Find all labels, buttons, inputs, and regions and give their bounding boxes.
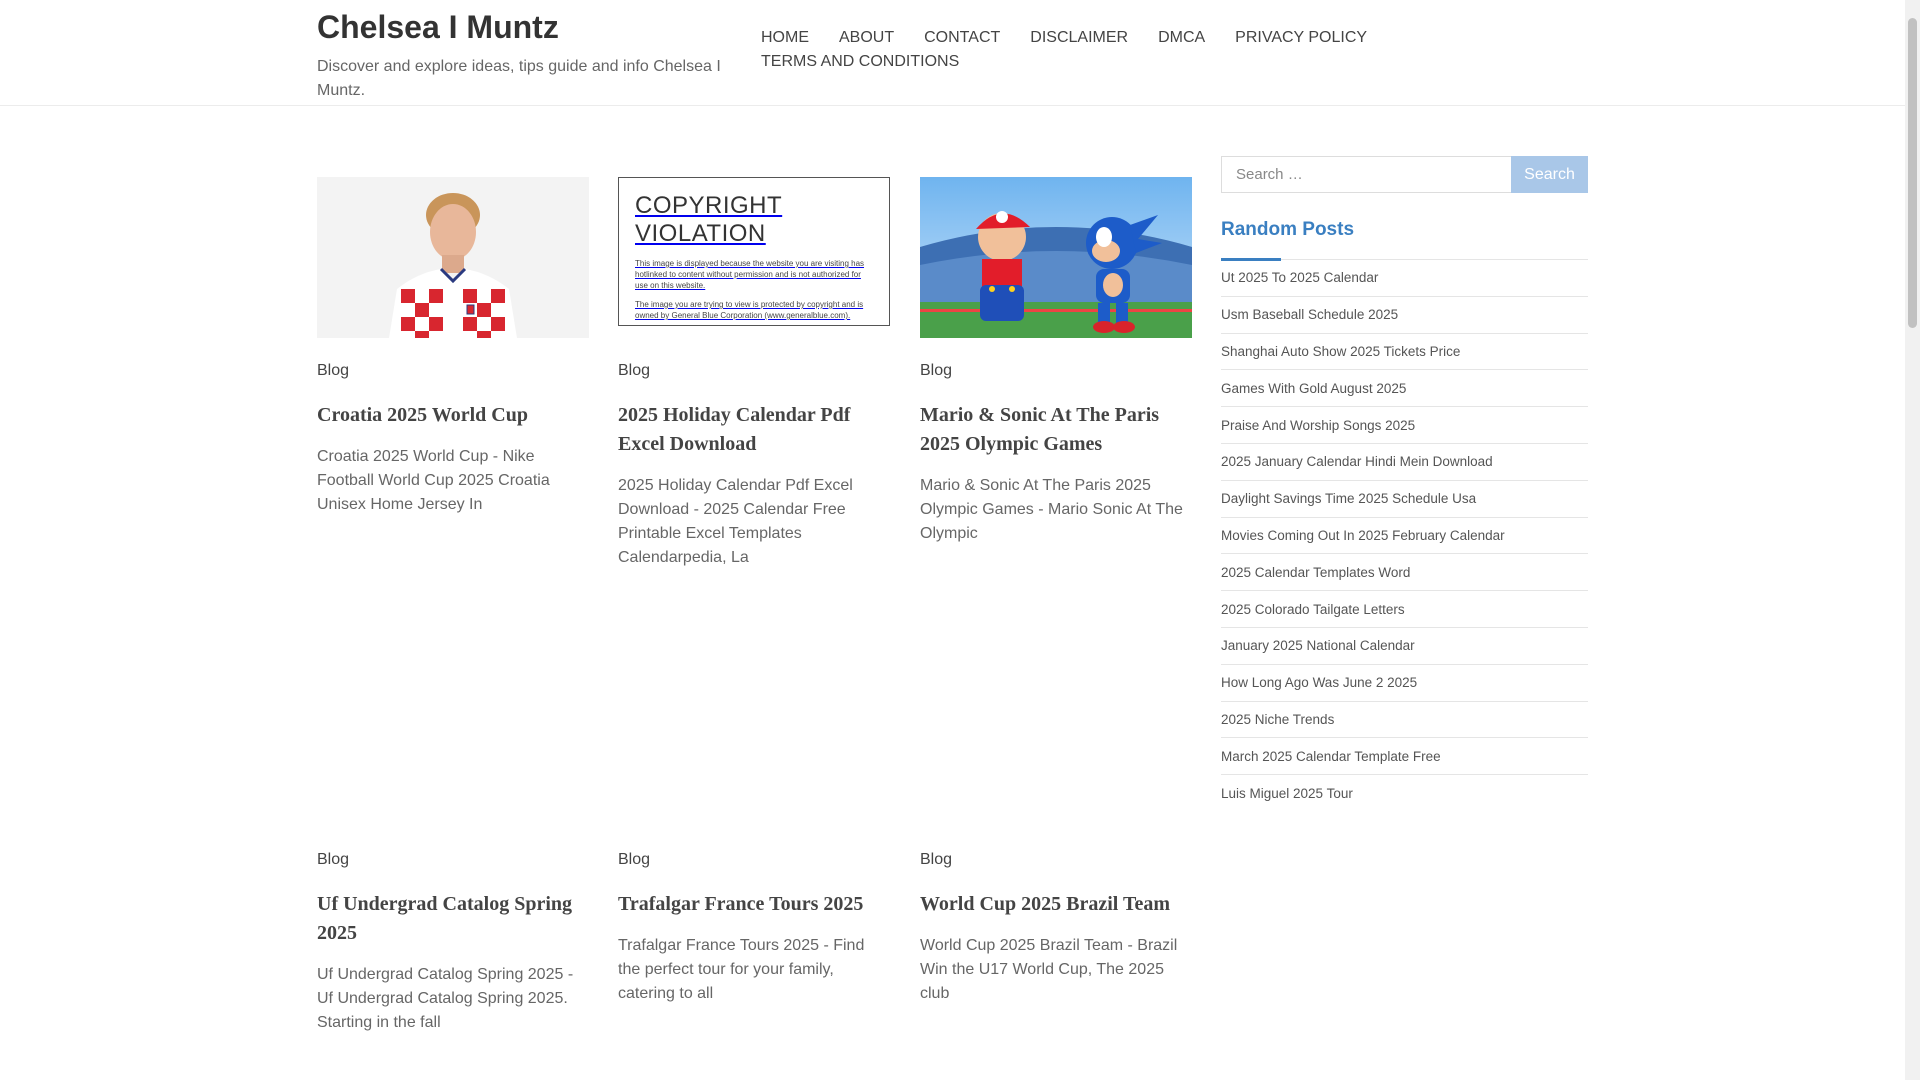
post-card: Blog World Cup 2025 Brazil Team World Cu… xyxy=(920,850,1192,1006)
list-item: Luis Miguel 2025 Tour xyxy=(1221,775,1588,812)
nav-dmca[interactable]: DMCA xyxy=(1158,28,1205,48)
random-post-link[interactable]: 2025 January Calendar Hindi Mein Downloa… xyxy=(1221,454,1493,469)
post-category[interactable]: Blog xyxy=(317,850,589,870)
post-title[interactable]: World Cup 2025 Brazil Team xyxy=(920,890,1192,919)
search-input[interactable] xyxy=(1221,156,1511,193)
list-item: Usm Baseball Schedule 2025 xyxy=(1221,297,1588,334)
list-item: January 2025 National Calendar xyxy=(1221,628,1588,665)
random-post-link[interactable]: Praise And Worship Songs 2025 xyxy=(1221,418,1415,433)
site-branding: Chelsea I Muntz Discover and explore ide… xyxy=(317,8,727,103)
random-post-link[interactable]: How Long Ago Was June 2 2025 xyxy=(1221,675,1417,690)
list-item: March 2025 Calendar Template Free xyxy=(1221,738,1588,776)
list-item: 2025 Colorado Tailgate Letters xyxy=(1221,591,1588,628)
random-post-link[interactable]: Movies Coming Out In 2025 February Calen… xyxy=(1221,528,1505,543)
post-card: COPYRIGHT VIOLATION This image is displa… xyxy=(618,177,890,570)
site-description: Discover and explore ideas, tips guide a… xyxy=(317,58,721,99)
list-item: Movies Coming Out In 2025 February Calen… xyxy=(1221,518,1588,555)
post-title[interactable]: Croatia 2025 World Cup xyxy=(317,401,589,430)
mario-sonic-image xyxy=(920,177,1192,338)
nav-home[interactable]: HOME xyxy=(761,28,809,48)
post-thumbnail-mario-sonic[interactable] xyxy=(920,177,1192,338)
list-item: Shanghai Auto Show 2025 Tickets Price xyxy=(1221,334,1588,371)
nav-privacy-policy[interactable]: PRIVACY POLICY xyxy=(1235,28,1367,48)
random-post-link[interactable]: 2025 Calendar Templates Word xyxy=(1221,565,1410,580)
post-title[interactable]: 2025 Holiday Calendar Pdf Excel Download xyxy=(618,401,890,459)
random-post-link[interactable]: 2025 Niche Trends xyxy=(1221,712,1334,727)
post-category[interactable]: Blog xyxy=(618,361,890,381)
list-item: Games With Gold August 2025 xyxy=(1221,370,1588,408)
random-post-link[interactable]: Luis Miguel 2025 Tour xyxy=(1221,786,1353,801)
main-nav: HOME ABOUT CONTACT DISCLAIMER DMCA PRIVA… xyxy=(761,28,1401,72)
player-jersey-image xyxy=(317,177,589,338)
search-form: Search xyxy=(1221,156,1588,193)
post-card: Blog Uf Undergrad Catalog Spring 2025 Uf… xyxy=(317,850,589,1035)
random-post-link[interactable]: Shanghai Auto Show 2025 Tickets Price xyxy=(1221,344,1460,359)
list-item: 2025 Niche Trends xyxy=(1221,702,1588,739)
random-posts-heading: Random Posts xyxy=(1221,219,1355,240)
random-post-link[interactable]: Usm Baseball Schedule 2025 xyxy=(1221,307,1398,322)
search-button[interactable]: Search xyxy=(1511,156,1588,193)
page-scrollbar-thumb[interactable] xyxy=(1908,18,1917,328)
nav-disclaimer[interactable]: DISCLAIMER xyxy=(1030,28,1128,48)
post-category[interactable]: Blog xyxy=(920,850,1192,870)
nav-contact[interactable]: CONTACT xyxy=(924,28,1000,48)
post-excerpt: World Cup 2025 Brazil Team - Brazil Win … xyxy=(920,937,1178,1002)
site-header: Chelsea I Muntz Discover and explore ide… xyxy=(0,0,1905,106)
post-thumbnail-holiday-calendar[interactable]: COPYRIGHT VIOLATION This image is displa… xyxy=(618,177,890,326)
copyright-owner-text: The image you are trying to view is prot… xyxy=(635,300,864,320)
list-item: Ut 2025 To 2025 Calendar xyxy=(1221,260,1588,297)
post-title[interactable]: Uf Undergrad Catalog Spring 2025 xyxy=(317,890,589,948)
post-excerpt: 2025 Holiday Calendar Pdf Excel Download… xyxy=(618,477,853,566)
post-excerpt: Croatia 2025 World Cup - Nike Football W… xyxy=(317,448,550,513)
post-category[interactable]: Blog xyxy=(618,850,890,870)
random-post-link[interactable]: Games With Gold August 2025 xyxy=(1221,381,1406,396)
post-category[interactable]: Blog xyxy=(920,361,1192,381)
list-item: Daylight Savings Time 2025 Schedule Usa xyxy=(1221,481,1588,518)
site-title[interactable]: Chelsea I Muntz xyxy=(317,8,727,46)
post-card: Blog Mario & Sonic At The Paris 2025 Oly… xyxy=(920,177,1192,546)
post-category[interactable]: Blog xyxy=(317,361,589,381)
post-title[interactable]: Mario & Sonic At The Paris 2025 Olympic … xyxy=(920,401,1192,459)
random-post-link[interactable]: 2025 Colorado Tailgate Letters xyxy=(1221,602,1405,617)
random-post-link[interactable]: Ut 2025 To 2025 Calendar xyxy=(1221,270,1378,285)
nav-terms-and-conditions[interactable]: TERMS AND CONDITIONS xyxy=(761,52,959,72)
post-card: Blog Trafalgar France Tours 2025 Trafalg… xyxy=(618,850,890,1006)
post-excerpt: Trafalgar France Tours 2025 - Find the p… xyxy=(618,937,865,1002)
random-posts-list: Ut 2025 To 2025 Calendar Usm Baseball Sc… xyxy=(1221,260,1588,812)
copyright-violation-text: This image is displayed because the webs… xyxy=(635,259,865,290)
copyright-violation-heading: COPYRIGHT VIOLATION xyxy=(635,192,783,247)
random-post-link[interactable]: Daylight Savings Time 2025 Schedule Usa xyxy=(1221,491,1476,506)
list-item: Praise And Worship Songs 2025 xyxy=(1221,407,1588,444)
post-excerpt: Uf Undergrad Catalog Spring 2025 - Uf Un… xyxy=(317,966,574,1031)
nav-about[interactable]: ABOUT xyxy=(839,28,894,48)
post-card: Blog Croatia 2025 World Cup Croatia 2025… xyxy=(317,177,589,517)
random-post-link[interactable]: January 2025 National Calendar xyxy=(1221,638,1415,653)
list-item: 2025 Calendar Templates Word xyxy=(1221,554,1588,592)
list-item: How Long Ago Was June 2 2025 xyxy=(1221,665,1588,702)
random-post-link[interactable]: March 2025 Calendar Template Free xyxy=(1221,749,1441,764)
list-item: 2025 January Calendar Hindi Mein Downloa… xyxy=(1221,444,1588,481)
post-thumbnail-croatia[interactable] xyxy=(317,177,589,338)
post-excerpt: Mario & Sonic At The Paris 2025 Olympic … xyxy=(920,477,1183,542)
post-title[interactable]: Trafalgar France Tours 2025 xyxy=(618,890,890,919)
